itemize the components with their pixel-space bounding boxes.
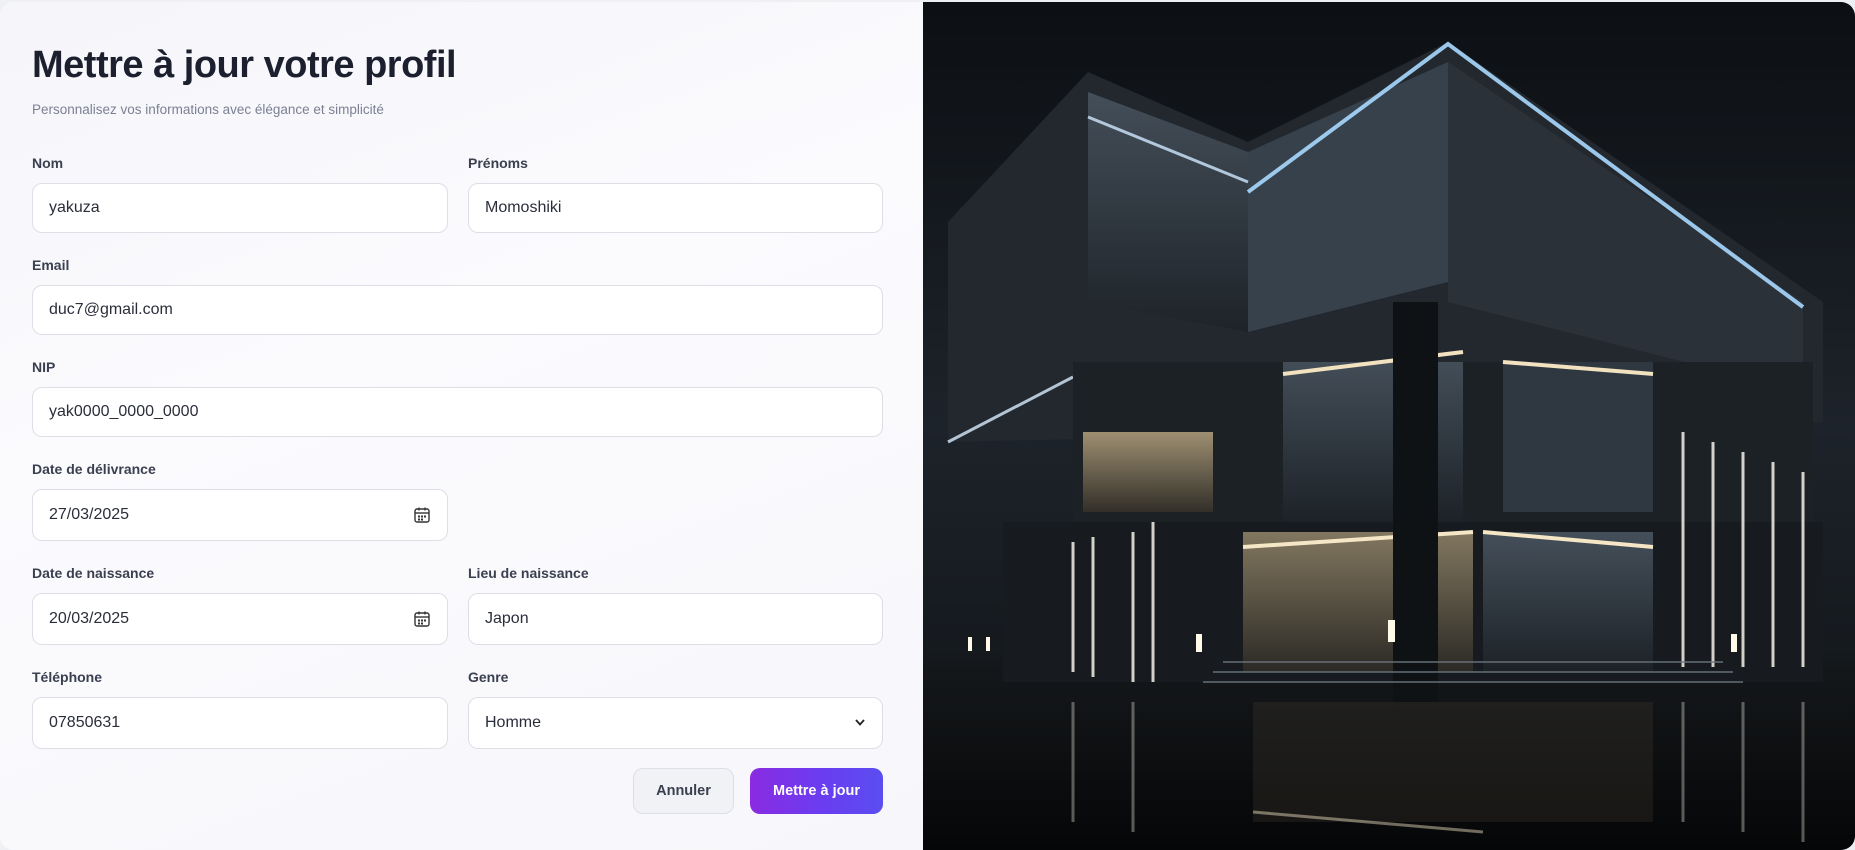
email-label: Email — [32, 257, 70, 273]
nom-label: Nom — [32, 155, 64, 171]
field-date-delivrance: Date de délivrance 27/03/2025 — [32, 461, 448, 541]
nom-value: yakuza — [49, 199, 100, 216]
date-delivrance-input[interactable]: 27/03/2025 — [32, 489, 448, 541]
lieu-naissance-value: Japon — [485, 610, 529, 627]
building-illustration — [923, 2, 1855, 850]
telephone-input[interactable]: 07850631 — [32, 697, 448, 749]
field-genre: Genre Homme — [468, 669, 883, 749]
genre-select[interactable]: Homme — [468, 697, 883, 749]
prenoms-input[interactable]: Momoshiki — [468, 183, 883, 233]
page-subtitle: Personnalisez vos informations avec élég… — [32, 102, 384, 117]
date-naissance-input[interactable]: 20/03/2025 — [32, 593, 448, 645]
building-illustration-svg — [923, 2, 1855, 850]
field-nom: Nom yakuza — [32, 155, 448, 233]
date-delivrance-value: 27/03/2025 — [49, 506, 130, 523]
telephone-value: 07850631 — [49, 714, 121, 731]
form-pane: Mettre à jour votre profil Personnalisez… — [0, 2, 923, 850]
field-lieu-naissance: Lieu de naissance Japon — [468, 565, 883, 645]
cancel-button[interactable]: Annuler — [633, 768, 734, 814]
field-prenoms: Prénoms Momoshiki — [468, 155, 883, 233]
email-value: duc7@gmail.com — [49, 301, 173, 318]
email-input[interactable]: duc7@gmail.com — [32, 285, 883, 335]
prenoms-value: Momoshiki — [485, 199, 562, 216]
page-title: Mettre à jour votre profil — [32, 44, 457, 86]
prenoms-label: Prénoms — [468, 155, 528, 171]
nip-label: NIP — [32, 359, 56, 375]
nom-input[interactable]: yakuza — [32, 183, 448, 233]
lieu-naissance-label: Lieu de naissance — [468, 565, 589, 581]
telephone-label: Téléphone — [32, 669, 103, 685]
field-email: Email duc7@gmail.com — [32, 257, 883, 335]
calendar-icon[interactable] — [413, 506, 431, 524]
field-telephone: Téléphone 07850631 — [32, 669, 448, 749]
nip-value: yak0000_0000_0000 — [49, 403, 199, 420]
date-naissance-label: Date de naissance — [32, 565, 155, 581]
field-nip: NIP yak0000_0000_0000 — [32, 359, 883, 437]
date-naissance-value: 20/03/2025 — [49, 610, 130, 627]
genre-label: Genre — [468, 669, 509, 685]
lieu-naissance-input[interactable]: Japon — [468, 593, 883, 645]
date-delivrance-label: Date de délivrance — [32, 461, 156, 477]
calendar-icon[interactable] — [413, 610, 431, 628]
update-button[interactable]: Mettre à jour — [750, 768, 883, 814]
chevron-down-icon — [854, 715, 866, 731]
nip-input[interactable]: yak0000_0000_0000 — [32, 387, 883, 437]
profile-card: Mettre à jour votre profil Personnalisez… — [0, 2, 1855, 850]
genre-value: Homme — [485, 714, 542, 731]
field-date-naissance: Date de naissance 20/03/2025 — [32, 565, 448, 645]
